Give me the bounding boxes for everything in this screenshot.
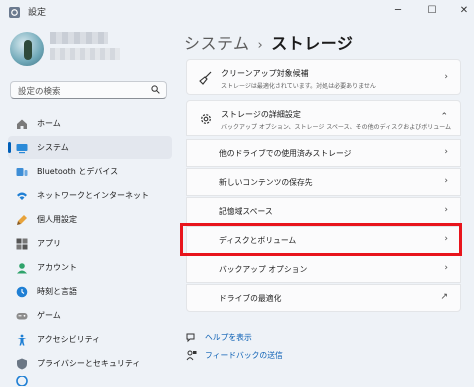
item-label: ドライブの最適化	[219, 294, 282, 303]
backup-options-item[interactable]: バックアップ オプション ›	[186, 255, 461, 283]
network-icon	[16, 190, 28, 202]
search-icon	[151, 85, 160, 94]
advanced-title: ストレージの詳細設定	[221, 110, 301, 119]
item-label: 他のドライブでの使用済みストレージ	[219, 149, 352, 158]
breadcrumb-separator: ›	[257, 38, 264, 53]
highlight-box	[180, 223, 462, 256]
accessibility-icon	[16, 334, 28, 346]
shield-icon	[16, 358, 28, 370]
save-locations-item[interactable]: 新しいコンテンツの保存先 ›	[186, 168, 461, 196]
broom-icon	[199, 71, 212, 85]
chevron-right-icon: ›	[444, 176, 448, 186]
chevron-up-icon: ⌃	[440, 112, 448, 122]
windows-update-icon	[16, 376, 28, 386]
system-icon	[16, 142, 28, 154]
other-drives-storage-item[interactable]: 他のドライブでの使用済みストレージ ›	[186, 139, 461, 167]
feedback-icon	[186, 350, 197, 361]
avatar[interactable]	[10, 32, 44, 66]
account-icon	[16, 262, 28, 274]
title-bar: 設定 ─ ☐ ✕	[0, 0, 474, 24]
feedback-label: フィードバックの送信	[205, 351, 283, 360]
bluetooth-icon	[16, 166, 28, 178]
sidebar-item-network[interactable]: ネットワークとインターネット	[8, 184, 172, 207]
gear-icon	[201, 114, 211, 124]
sidebar-item-accessibility[interactable]: アクセシビリティ	[8, 328, 172, 351]
sidebar-item-gaming[interactable]: ゲーム	[8, 304, 172, 327]
sidebar-item-label: システム	[37, 143, 69, 152]
sidebar-item-bluetooth[interactable]: Bluetooth とデバイス	[8, 160, 172, 183]
sidebar-nav: ホーム システム Bluetooth とデバイス ネットワークとインターネット …	[8, 112, 172, 387]
advanced-description: バックアップ オプション、ストレージ スペース、その他のディスクおよびボリューム	[221, 124, 452, 131]
sidebar-item-home[interactable]: ホーム	[8, 112, 172, 135]
settings-app-icon	[9, 7, 20, 18]
time-language-icon	[16, 286, 28, 298]
sidebar-item-label: 時刻と言語	[37, 287, 77, 296]
minimize-button[interactable]: ─	[388, 2, 408, 18]
sidebar-item-privacy[interactable]: プライバシーとセキュリティ	[8, 352, 172, 375]
user-email-redacted	[50, 48, 120, 60]
sidebar-item-system[interactable]: システム	[8, 136, 172, 159]
breadcrumb: システム › ストレージ	[184, 30, 353, 54]
apps-icon	[16, 238, 28, 250]
feedback-link[interactable]: フィードバックの送信	[186, 350, 283, 361]
game-icon	[16, 310, 28, 322]
external-link-icon: ↗	[440, 292, 448, 302]
item-label: 新しいコンテンツの保存先	[219, 178, 313, 187]
sidebar-item-time-language[interactable]: 時刻と言語	[8, 280, 172, 303]
sidebar-item-personalization[interactable]: 個人用設定	[8, 208, 172, 231]
get-help-label: ヘルプを表示	[205, 333, 252, 342]
help-icon	[186, 333, 195, 343]
user-name-redacted	[50, 32, 108, 44]
breadcrumb-parent[interactable]: システム	[184, 34, 250, 53]
search-input[interactable]: 設定の検索	[10, 81, 167, 99]
sidebar-item-label: アクセシビリティ	[37, 335, 101, 344]
cleanup-description: ストレージは最適化されています。対処は必要ありません	[221, 83, 376, 90]
get-help-link[interactable]: ヘルプを表示	[186, 332, 252, 343]
item-label: バックアップ オプション	[219, 265, 308, 274]
sidebar-item-label: ホーム	[37, 119, 61, 128]
sidebar-item-label: アカウント	[37, 263, 77, 272]
search-placeholder: 設定の検索	[18, 87, 61, 97]
sidebar-item-partial[interactable]	[8, 376, 172, 386]
chevron-right-icon: ›	[444, 263, 448, 273]
sidebar-item-apps[interactable]: アプリ	[8, 232, 172, 255]
sidebar-item-accounts[interactable]: アカウント	[8, 256, 172, 279]
sidebar-item-label: プライバシーとセキュリティ	[37, 359, 141, 368]
drive-optimization-item[interactable]: ドライブの最適化 ↗	[186, 284, 461, 312]
advanced-storage-settings-header[interactable]: ストレージの詳細設定 バックアップ オプション、ストレージ スペース、その他のデ…	[186, 100, 461, 136]
chevron-right-icon: ›	[444, 147, 448, 157]
chevron-right-icon: ›	[444, 205, 448, 215]
cleanup-title: クリーンアップ対象候補	[221, 69, 309, 78]
sidebar-item-label: アプリ	[37, 239, 61, 248]
close-button[interactable]: ✕	[454, 2, 474, 18]
window-title: 設定	[28, 8, 47, 18]
maximize-button[interactable]: ☐	[422, 2, 442, 18]
sidebar-item-label: ネットワークとインターネット	[37, 191, 149, 200]
page-title: ストレージ	[271, 34, 354, 53]
sidebar-item-label: ゲーム	[37, 311, 61, 320]
home-icon	[16, 118, 28, 130]
sidebar-item-label: Bluetooth とデバイス	[37, 167, 119, 176]
storage-spaces-item[interactable]: 記憶域スペース ›	[186, 197, 461, 225]
chevron-right-icon: ›	[444, 72, 448, 82]
brush-icon	[16, 214, 28, 226]
item-label: 記憶域スペース	[219, 207, 273, 216]
sidebar-item-label: 個人用設定	[37, 215, 77, 224]
cleanup-recommendations-card[interactable]: クリーンアップ対象候補 ストレージは最適化されています。対処は必要ありません ›	[186, 59, 461, 95]
